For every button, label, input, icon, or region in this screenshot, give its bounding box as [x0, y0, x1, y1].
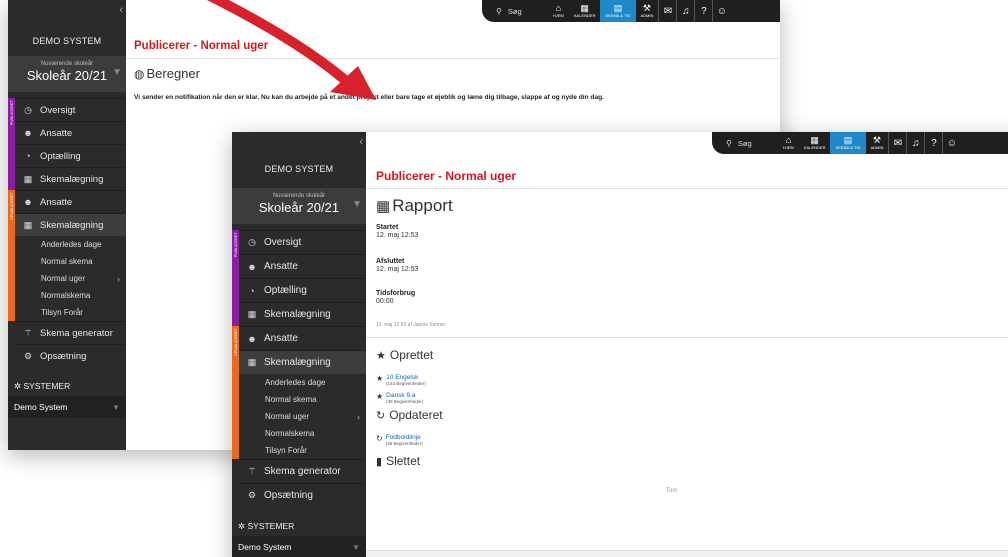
red-arrow-icon [206, 0, 376, 100]
